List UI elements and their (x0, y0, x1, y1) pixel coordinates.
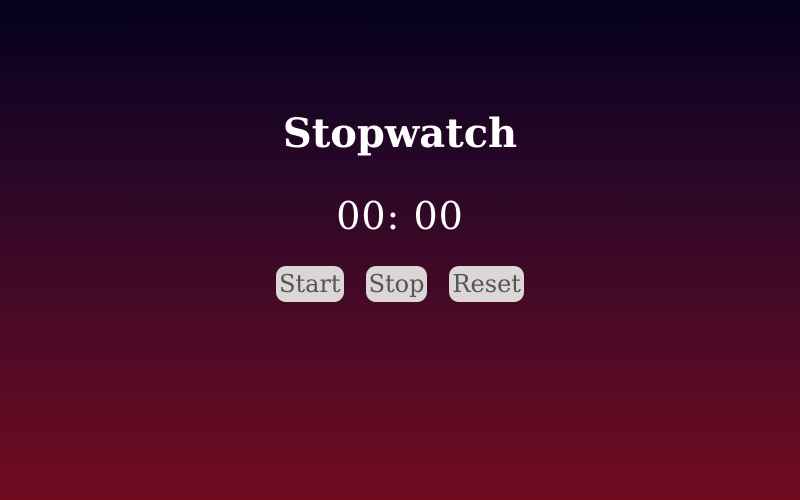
stop-button[interactable]: Stop (365, 266, 428, 302)
stopwatch-panel: Stopwatch 00: 00 Start Stop Reset (0, 0, 800, 500)
time-display: 00: 00 (336, 194, 464, 238)
page-title: Stopwatch (282, 110, 518, 157)
start-button[interactable]: Start (276, 266, 344, 302)
controls-bar: Start Stop Reset (0, 266, 800, 302)
reset-button[interactable]: Reset (449, 266, 524, 302)
